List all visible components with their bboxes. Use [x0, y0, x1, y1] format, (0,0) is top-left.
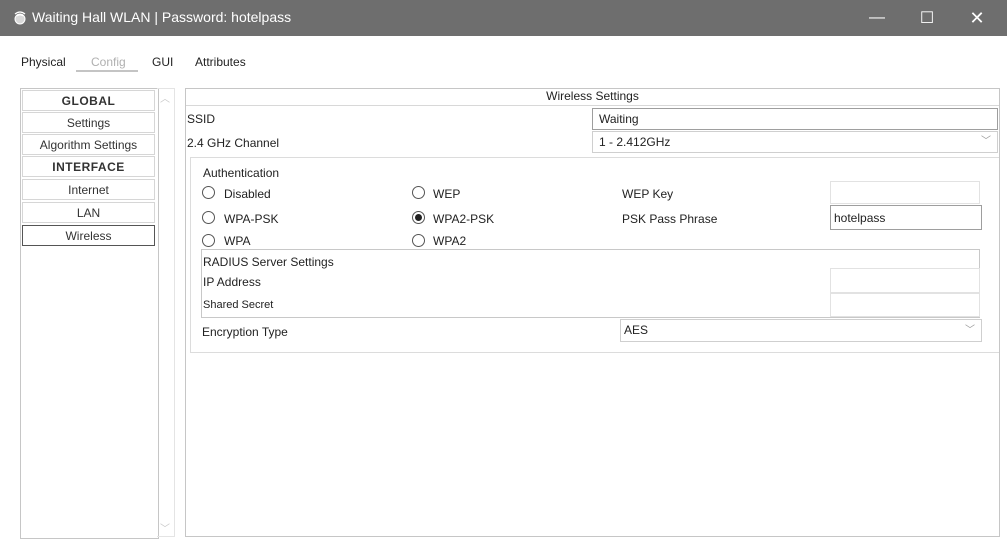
ip-address-input[interactable] [830, 268, 980, 293]
config-sidebar: GLOBAL Settings Algorithm Settings INTER… [20, 88, 159, 539]
radio-label-wep: WEP [433, 187, 461, 201]
router-app-icon [14, 11, 26, 25]
tab-attributes[interactable]: Attributes [195, 55, 246, 69]
sidebar-item-algorithm-settings[interactable]: Algorithm Settings [22, 134, 155, 155]
chevron-down-icon: ﹀ [965, 325, 975, 336]
channel-select-value: 1 - 2.412GHz [599, 135, 671, 149]
sidebar-item-internet[interactable]: Internet [22, 179, 155, 200]
radio-label-wpa2-psk: WPA2-PSK [433, 212, 495, 226]
scroll-up-icon[interactable]: ︿ [160, 90, 170, 105]
maximize-button[interactable]: ☐ [904, 0, 950, 36]
radio-wpa[interactable] [202, 234, 215, 247]
radio-label-wpa2: WPA2 [433, 234, 467, 248]
wep-key-label: WEP Key [622, 187, 674, 201]
window-title: Waiting Hall WLAN | Password: hotelpass [32, 9, 292, 25]
sidebar-item-lan[interactable]: LAN [22, 202, 155, 223]
channel-label: 2.4 GHz Channel [187, 136, 280, 150]
radius-server-label: RADIUS Server Settings [203, 255, 334, 269]
wep-key-input[interactable] [830, 181, 980, 204]
minimize-button[interactable]: — [854, 0, 900, 36]
radio-wpa2-psk[interactable] [412, 211, 425, 224]
sidebar-item-settings[interactable]: Settings [22, 112, 155, 133]
sidebar-heading-global: GLOBAL [22, 90, 155, 111]
radio-label-disabled: Disabled [224, 187, 271, 201]
radio-disabled[interactable] [202, 186, 215, 199]
panel-title: Wireless Settings [186, 88, 999, 106]
active-tab-indicator [76, 70, 138, 72]
ip-address-label: IP Address [203, 275, 261, 289]
psk-pass-phrase-label: PSK Pass Phrase [622, 212, 718, 226]
shared-secret-input[interactable] [830, 293, 980, 317]
authentication-label: Authentication [203, 166, 280, 180]
tab-physical[interactable]: Physical [21, 55, 66, 69]
sidebar-heading-interface: INTERFACE [22, 156, 155, 177]
channel-select[interactable]: 1 - 2.412GHz ﹀ [592, 131, 998, 153]
radio-label-wpa-psk: WPA-PSK [224, 212, 279, 226]
sidebar-item-wireless[interactable]: Wireless [22, 225, 155, 246]
psk-pass-phrase-input[interactable] [830, 205, 982, 230]
radio-label-wpa: WPA [224, 234, 251, 248]
scroll-down-icon[interactable]: ﹀ [160, 520, 170, 535]
sidebar-scrollbar[interactable] [157, 88, 175, 537]
ssid-label: SSID [187, 112, 216, 126]
radio-wep[interactable] [412, 186, 425, 199]
tab-config[interactable]: Config [91, 55, 126, 69]
tab-gui[interactable]: GUI [152, 55, 173, 69]
radio-wpa-psk[interactable] [202, 211, 215, 224]
chevron-down-icon: ﹀ [981, 136, 991, 147]
encryption-type-value: AES [624, 323, 649, 337]
close-button[interactable]: ✕ [954, 0, 1000, 36]
shared-secret-label: Shared Secret [203, 299, 274, 311]
radio-wpa2[interactable] [412, 234, 425, 247]
encryption-type-label: Encryption Type [202, 325, 288, 339]
ssid-input[interactable] [592, 108, 998, 130]
encryption-type-select[interactable]: AES ﹀ [620, 319, 982, 342]
